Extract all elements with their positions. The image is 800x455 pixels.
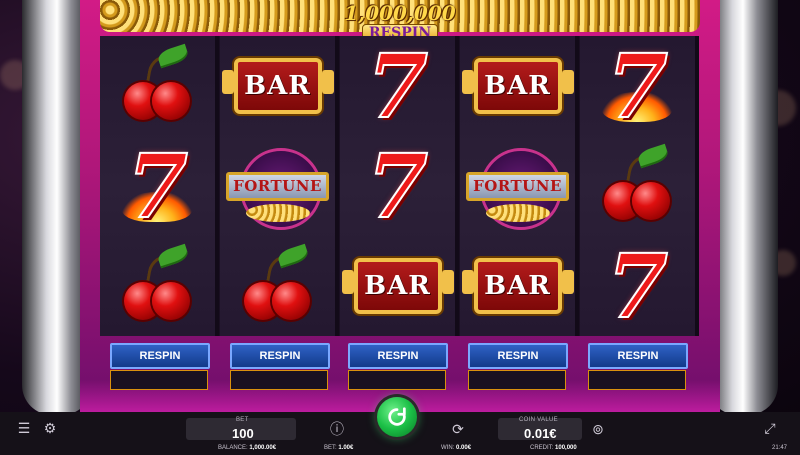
cherries-symbol: [118, 243, 198, 326]
info-icon[interactable]: ⓘ: [327, 419, 347, 439]
fortune-symbol: FORTUNE: [226, 146, 329, 230]
reel-4: BAR FORTUNE BAR: [460, 36, 579, 336]
fullscreen-icon[interactable]: ⤢: [760, 418, 780, 438]
jackpot-amount: 1,000,000: [344, 1, 456, 25]
cherries-symbol: [118, 43, 198, 126]
credit-status: CREDIT: 100,000: [530, 445, 577, 451]
bar-symbol: BAR: [461, 58, 574, 114]
fortune-symbol: FORTUNE: [466, 146, 569, 230]
bar-symbol: BAR: [341, 258, 454, 314]
reel-cell: FORTUNE: [460, 136, 575, 236]
cherries-symbol: [238, 243, 318, 326]
reel-cell: 7: [100, 136, 215, 236]
coin-value: 0.01€: [524, 426, 557, 441]
respin-cost-slot-2: [230, 370, 328, 390]
win-value: 0.00€: [456, 445, 472, 451]
bar-symbol: BAR: [461, 258, 574, 314]
coin-value-label: COIN VALUE: [519, 417, 558, 423]
seven-symbol: 7: [366, 134, 429, 238]
reel-2: BAR FORTUNE: [220, 36, 339, 336]
respin-cost-slot-1: [110, 370, 208, 390]
balance-label: BALANCE:: [218, 445, 248, 451]
menu-icon[interactable]: ☰: [14, 418, 34, 438]
respin-cost-slot-4: [468, 370, 566, 390]
win-status: WIN: 0.00€: [441, 445, 471, 451]
bet-status-value: 1.00€: [338, 445, 354, 451]
respin-cost-slot-5: [588, 370, 686, 390]
reel-cell: FORTUNE: [220, 136, 335, 236]
reel-cell: [100, 236, 215, 336]
coin-icon[interactable]: ⊚: [588, 419, 608, 439]
bet-label: BET: [236, 417, 249, 423]
cherries-symbol: [598, 143, 678, 226]
reel-5: 77: [580, 36, 699, 336]
reel-1: 7: [100, 36, 219, 336]
bar-symbol: BAR: [221, 58, 334, 114]
respin-button-5[interactable]: RESPIN: [588, 343, 688, 369]
respin-cost-slot-3: [348, 370, 446, 390]
clock: 21:47: [772, 445, 788, 451]
bet-status: BET: 1.00€: [324, 445, 353, 451]
reel-cell: [100, 36, 215, 136]
spin-icon: [388, 407, 406, 426]
reel-cell: 7: [340, 136, 455, 236]
flaming-seven-symbol: 7: [122, 141, 193, 231]
sliders-icon[interactable]: ⚙: [40, 418, 60, 438]
win-label: WIN:: [441, 445, 455, 451]
credit-label: CREDIT:: [530, 445, 554, 451]
flaming-seven-symbol: 7: [602, 41, 673, 131]
bet-status-label: BET:: [324, 445, 337, 451]
spin-button[interactable]: [377, 397, 417, 437]
reel-cell: BAR: [460, 36, 575, 136]
reel-3: 7 7 BAR: [340, 36, 459, 336]
credit-value: 100,000: [555, 445, 577, 451]
autoplay-icon[interactable]: ⟳: [448, 419, 468, 439]
reel-cell: BAR: [220, 36, 335, 136]
seven-symbol: 7: [606, 234, 669, 338]
reel-cell: BAR: [340, 236, 455, 336]
reel-cell: [580, 136, 695, 236]
seven-symbol: 7: [366, 34, 429, 138]
respin-button-1[interactable]: RESPIN: [110, 343, 210, 369]
reel-cell: [220, 236, 335, 336]
balance-value: 1,000.00€: [249, 445, 277, 451]
respin-button-2[interactable]: RESPIN: [230, 343, 330, 369]
reel-cell: 7: [340, 36, 455, 136]
reel-cell: 7: [580, 36, 695, 136]
reel-cell: 7: [580, 236, 695, 336]
bet-value: 100: [232, 426, 254, 441]
balance-status: BALANCE: 1,000.00€: [218, 445, 276, 451]
reel-area: 7 BAR FORTUNE 7 7 BAR BAR FORTUNE BAR 77: [100, 36, 699, 336]
reel-cell: BAR: [460, 236, 575, 336]
respin-button-3[interactable]: RESPIN: [348, 343, 448, 369]
respin-button-4[interactable]: RESPIN: [468, 343, 568, 369]
